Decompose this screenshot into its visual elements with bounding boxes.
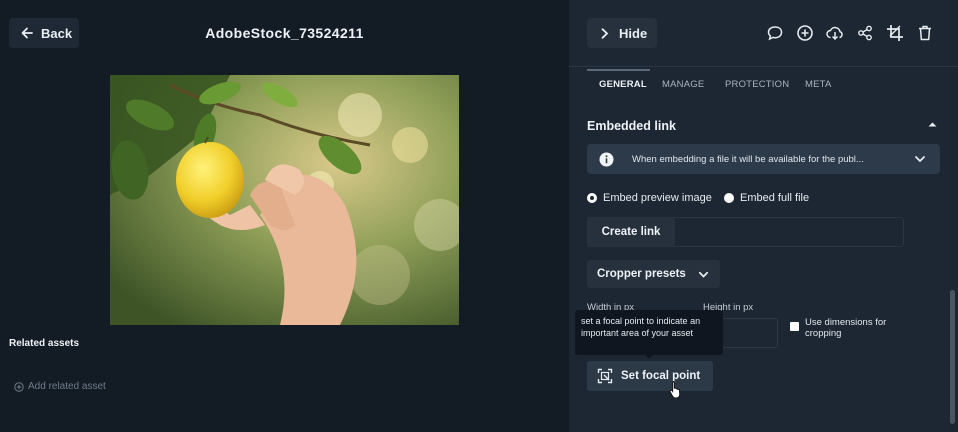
share-icon[interactable]: [855, 23, 875, 43]
tooltip-arrow: [644, 354, 654, 359]
related-assets-title: Related assets: [9, 338, 80, 349]
hide-button[interactable]: Hide: [587, 18, 657, 48]
use-dimensions-label: Use dimensions for cropping: [805, 317, 887, 339]
use-dimensions-checkbox[interactable]: [790, 322, 799, 331]
radio-unselected-indicator[interactable]: [724, 193, 734, 203]
tab-general[interactable]: GENERAL: [599, 79, 647, 90]
asset-preview-pane: Back AdobeStock_73524211 Related assets …: [0, 0, 569, 432]
asset-image: [110, 75, 459, 325]
asset-title: AdobeStock_73524211: [205, 25, 364, 41]
info-icon: [599, 152, 614, 166]
radio-embed-preview[interactable]: Embed preview image: [587, 192, 712, 204]
tabs-divider: [569, 66, 958, 67]
chevron-down-icon: [698, 271, 708, 278]
active-tab-indicator: [587, 69, 650, 71]
hide-label: Hide: [619, 25, 648, 41]
chevron-down-icon[interactable]: [914, 153, 926, 165]
embed-info-banner[interactable]: When embedding a file it will be availab…: [587, 144, 940, 174]
crop-icon[interactable]: [885, 23, 905, 43]
add-related-label: Add related asset: [28, 381, 106, 392]
radio-selected-indicator[interactable]: [587, 193, 597, 203]
caret-up-icon[interactable]: [928, 121, 937, 127]
trash-icon[interactable]: [915, 23, 935, 43]
comment-icon[interactable]: [765, 23, 785, 43]
create-link-button[interactable]: Create link: [587, 217, 675, 247]
plus-circle-icon: [14, 381, 24, 392]
cloud-download-icon[interactable]: [825, 23, 845, 43]
radio-embed-full-label: Embed full file: [740, 192, 810, 204]
tab-meta[interactable]: META: [805, 79, 831, 90]
radio-embed-full[interactable]: Embed full file: [724, 192, 809, 204]
hand-cursor-icon: [669, 381, 681, 398]
embed-info-text: When embedding a file it will be availab…: [632, 153, 864, 165]
radio-embed-preview-label: Embed preview image: [603, 192, 712, 204]
tab-protection[interactable]: PROTECTION: [725, 79, 789, 90]
add-circle-icon[interactable]: [795, 23, 815, 43]
add-related-asset-link[interactable]: Add related asset: [14, 381, 106, 392]
set-focal-point-label: Set focal point: [621, 370, 701, 382]
focal-point-tooltip: set a focal point to indicate an importa…: [575, 310, 723, 355]
set-focal-point-button[interactable]: Set focal point: [587, 361, 713, 391]
focal-point-icon: [597, 368, 613, 384]
cropper-presets-dropdown[interactable]: Cropper presets: [587, 260, 720, 288]
cropper-presets-label: Cropper presets: [597, 268, 686, 280]
tab-manage[interactable]: MANAGE: [662, 79, 704, 90]
embedded-link-title: Embedded link: [587, 119, 676, 133]
asset-details-panel: Hide GENERAL MANAGE PROTECTION META Embe…: [569, 0, 958, 432]
panel-scrollbar[interactable]: [950, 290, 955, 424]
chevron-right-icon: [601, 27, 609, 39]
